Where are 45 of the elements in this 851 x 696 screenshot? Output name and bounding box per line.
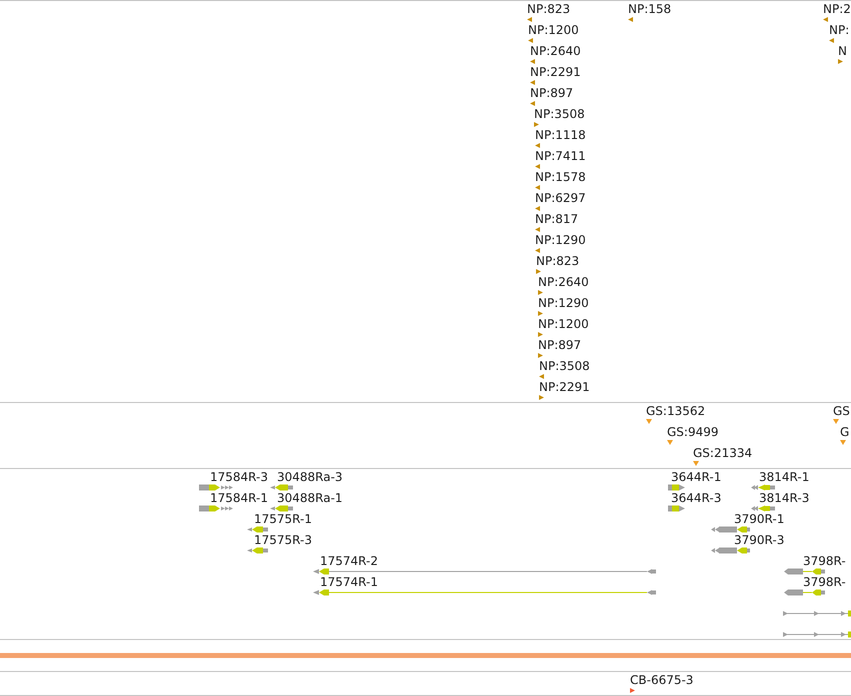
feature-label: NP:6297 [535,191,586,205]
feature-label: NP:2640 [530,44,581,58]
transcript-label: 3790R-3 [734,533,784,547]
feature-label: CB-6675-3 [630,673,694,687]
feature-label: NP:817 [535,212,578,226]
feature-label: NP:823 [536,254,580,268]
transcript-label: 17574R-2 [320,554,378,568]
feature-label: NP:1578 [535,170,586,184]
transcript-label: 17584R-1 [210,491,268,505]
feature-label: NP:897 [530,86,574,100]
feature-label: G [840,425,850,439]
transcript-label: 30488Ra-1 [277,491,343,505]
feature-label: NP:3508 [534,107,585,121]
feature-label: NP:1200 [538,317,589,331]
transcript-label: 3790R-1 [734,512,784,526]
transcript-label: 30488Ra-3 [277,470,343,484]
feature-label: GS:13562 [646,404,706,418]
transcript-label: 17574R-1 [320,575,378,589]
feature-label: NP: [829,23,850,37]
transcript-label: 3644R-3 [671,491,722,505]
transcript-label: 17575R-1 [254,512,312,526]
feature-label: NP:897 [538,338,582,352]
feature-label: GS [833,404,850,418]
feature-label: NP:3508 [539,359,590,373]
feature-label: GS:21334 [693,446,752,460]
feature-label: NP:2291 [539,380,590,394]
transcript-label: 3798R- [803,575,846,589]
feature-label: NP:1290 [538,296,589,310]
feature-label: NP:2291 [530,65,581,79]
feature-label: NP:7411 [535,149,586,163]
transcript-label: 3814R-3 [759,491,810,505]
feature-label: GS:9499 [667,425,718,439]
transcript-label: 3798R- [803,554,846,568]
transcript-label: 3814R-1 [759,470,810,484]
transcript-label: 17584R-3 [210,470,268,484]
transcript-label: 3644R-1 [671,470,722,484]
feature-label: NP:2640 [538,275,589,289]
feature-label: NP:2 [823,2,851,16]
feature-label: NP:1118 [535,128,586,142]
transcript-label: 17575R-3 [254,533,312,547]
feature-label: NP:158 [628,2,672,16]
feature-label: NP:823 [527,2,570,16]
feature-label: N [838,44,847,58]
feature-label: NP:1200 [528,23,579,37]
feature-label: NP:1290 [535,233,586,247]
